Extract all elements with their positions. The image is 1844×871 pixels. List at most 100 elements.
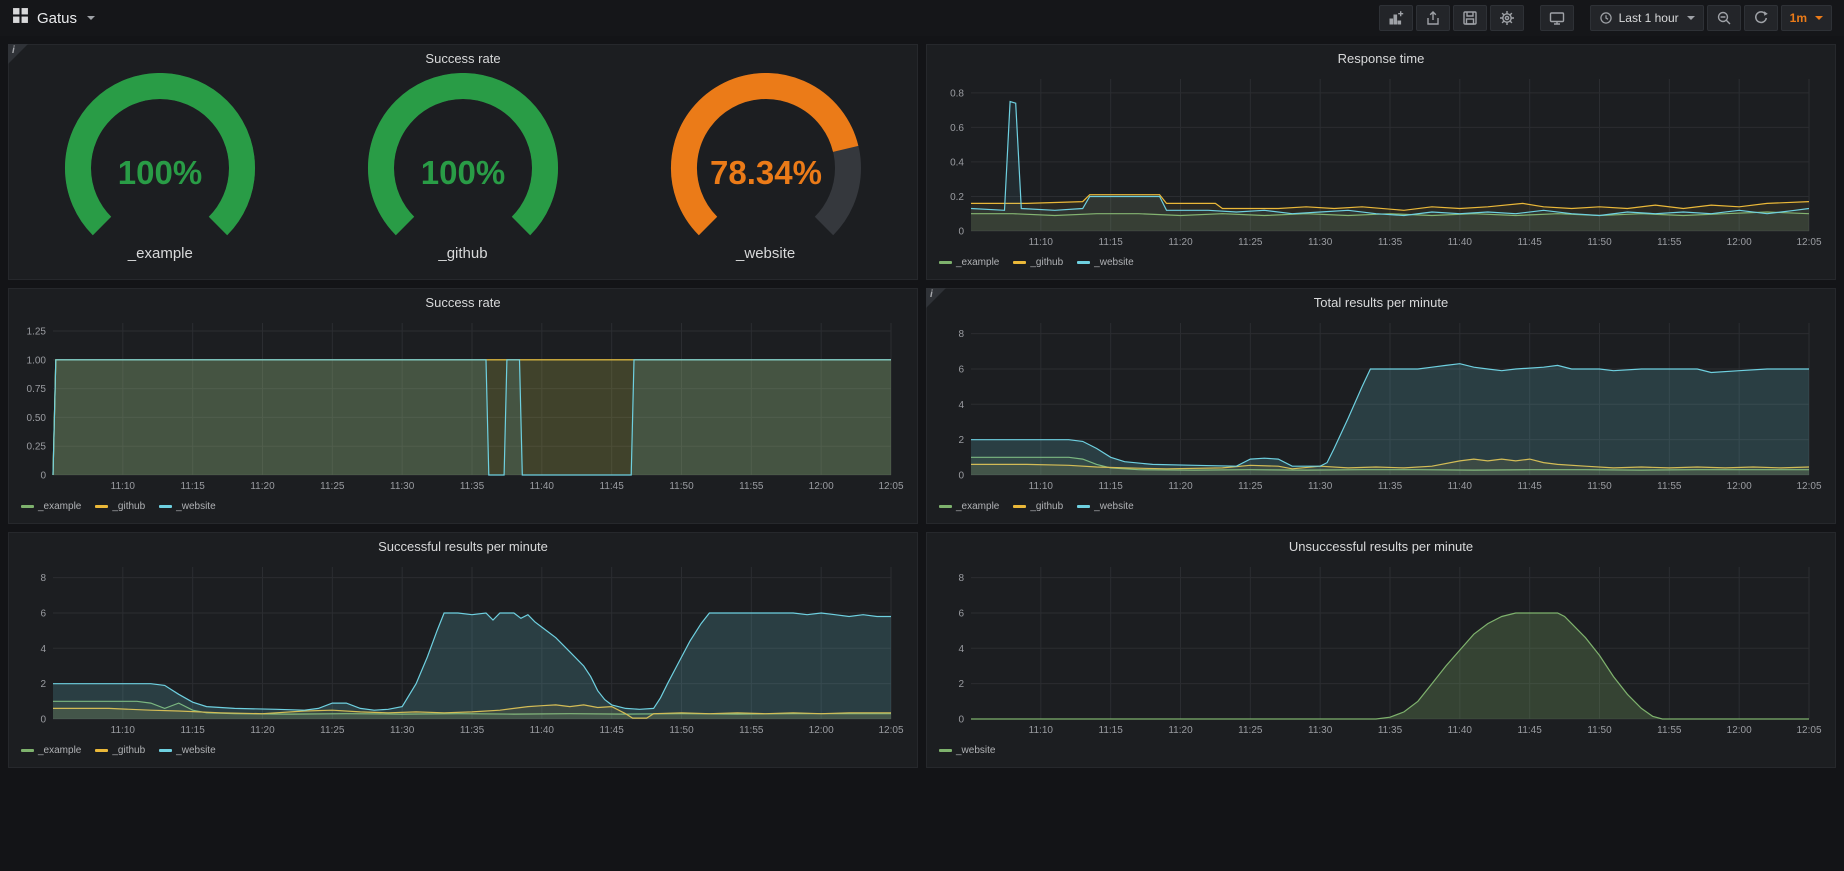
legend-swatch — [1013, 261, 1026, 264]
panel-response-time: Response time 11:1011:1511:2011:2511:301… — [926, 44, 1836, 280]
svg-text:11:10: 11:10 — [1029, 481, 1054, 492]
dashboard-title[interactable]: Gatus — [37, 10, 77, 27]
svg-text:11:15: 11:15 — [1099, 481, 1124, 492]
legend-item-_website[interactable]: _website — [1077, 254, 1133, 271]
svg-text:11:50: 11:50 — [669, 481, 694, 492]
legend-item-_website[interactable]: _website — [159, 742, 215, 759]
time-range-button[interactable]: Last 1 hour — [1590, 5, 1704, 31]
panel-title[interactable]: Unsuccessful results per minute — [1289, 539, 1473, 554]
panel-header: Successful results per minute — [9, 533, 917, 559]
legend-item-_example[interactable]: _example — [21, 742, 81, 759]
refresh-interval-button[interactable]: 1m — [1781, 5, 1832, 31]
gauge-github: 100% _github — [348, 73, 578, 262]
time-range-label: Last 1 hour — [1619, 11, 1679, 25]
svg-text:11:45: 11:45 — [1518, 237, 1543, 248]
chevron-down-icon[interactable] — [87, 16, 95, 20]
gauge-arc-website: 78.34% — [651, 73, 881, 243]
svg-text:1.25: 1.25 — [27, 327, 47, 338]
panel-info-icon[interactable]: i — [8, 44, 28, 64]
legend-label: _website — [176, 745, 215, 756]
gauge-arc-example: 100% — [45, 73, 275, 243]
panel-title[interactable]: Success rate — [425, 295, 500, 310]
legend-label: _website — [956, 745, 995, 756]
gauge-row: 100% _example 100% _github 78.34% _websi… — [9, 71, 917, 279]
svg-text:11:25: 11:25 — [320, 725, 345, 736]
legend-item-_website[interactable]: _website — [159, 498, 215, 515]
legend-label: _github — [1030, 257, 1063, 268]
legend-swatch — [1077, 505, 1090, 508]
svg-text:11:10: 11:10 — [1029, 237, 1054, 248]
svg-text:2: 2 — [40, 679, 46, 690]
legend-item-_website[interactable]: _website — [1077, 498, 1133, 515]
svg-text:4: 4 — [958, 400, 964, 411]
panel-successful-results: Successful results per minute 11:1011:15… — [8, 532, 918, 768]
panel-title[interactable]: Total results per minute — [1314, 295, 1448, 310]
legend-item-_website[interactable]: _website — [939, 742, 995, 759]
svg-text:0: 0 — [40, 715, 46, 726]
svg-text:11:40: 11:40 — [530, 481, 555, 492]
refresh-button[interactable] — [1744, 5, 1778, 31]
legend-item-_example[interactable]: _example — [939, 498, 999, 515]
svg-text:11:45: 11:45 — [1518, 481, 1543, 492]
chart-legend: _example _github _website — [9, 739, 917, 759]
svg-text:11:50: 11:50 — [669, 725, 694, 736]
save-button[interactable] — [1453, 5, 1487, 31]
svg-text:11:15: 11:15 — [181, 481, 206, 492]
svg-text:0: 0 — [40, 471, 46, 482]
legend-label: _example — [956, 257, 999, 268]
legend-label: _website — [176, 501, 215, 512]
settings-gear-icon[interactable] — [1490, 5, 1524, 31]
gauge-website: 78.34% _website — [651, 73, 881, 262]
svg-text:0.25: 0.25 — [27, 442, 47, 453]
svg-text:2: 2 — [958, 679, 964, 690]
chart-legend: _example _github _website — [927, 251, 1835, 271]
panel-header: Response time — [927, 45, 1835, 71]
legend-label: _example — [38, 501, 81, 512]
panel-header: Success rate — [9, 289, 917, 315]
svg-text:8: 8 — [958, 329, 964, 340]
svg-text:11:35: 11:35 — [460, 725, 485, 736]
legend-swatch — [939, 261, 952, 264]
panel-header: Success rate — [9, 45, 917, 71]
tv-mode-button[interactable] — [1540, 5, 1574, 31]
panel-success-rate-gauges: i Success rate 100% _example 100% _githu… — [8, 44, 918, 280]
chart-legend: _example _github _website — [927, 495, 1835, 515]
legend-label: _github — [112, 501, 145, 512]
svg-text:6: 6 — [958, 608, 964, 619]
legend-item-_example[interactable]: _example — [939, 254, 999, 271]
panel-title[interactable]: Response time — [1338, 51, 1425, 66]
unsuccessful-results-chart: 11:1011:1511:2011:2511:3011:3511:4011:45… — [935, 559, 1827, 739]
legend-item-_github[interactable]: _github — [1013, 498, 1063, 515]
panel-info-icon[interactable]: i — [926, 288, 946, 308]
svg-text:11:20: 11:20 — [250, 481, 275, 492]
panel-title[interactable]: Success rate — [425, 51, 500, 66]
svg-text:11:10: 11:10 — [1029, 725, 1054, 736]
legend-item-_github[interactable]: _github — [1013, 254, 1063, 271]
dashboard-grid-icon[interactable] — [12, 7, 29, 29]
dashboard-grid: i Success rate 100% _example 100% _githu… — [0, 36, 1844, 776]
share-button[interactable] — [1416, 5, 1450, 31]
svg-text:6: 6 — [958, 364, 964, 375]
panel-title[interactable]: Successful results per minute — [378, 539, 548, 554]
svg-text:11:15: 11:15 — [1099, 725, 1124, 736]
legend-swatch — [21, 749, 34, 752]
chevron-down-icon — [1687, 16, 1695, 20]
svg-text:11:50: 11:50 — [1587, 481, 1612, 492]
legend-item-_github[interactable]: _github — [95, 498, 145, 515]
svg-text:11:15: 11:15 — [1099, 237, 1124, 248]
svg-text:11:35: 11:35 — [1378, 481, 1403, 492]
gauge-label: _github — [438, 245, 487, 262]
gauge-example: 100% _example — [45, 73, 275, 262]
zoom-out-button[interactable] — [1707, 5, 1741, 31]
legend-item-_example[interactable]: _example — [21, 498, 81, 515]
legend-swatch — [939, 749, 952, 752]
svg-text:12:05: 12:05 — [1796, 237, 1821, 248]
legend-item-_github[interactable]: _github — [95, 742, 145, 759]
legend-swatch — [21, 505, 34, 508]
svg-text:100%: 100% — [421, 154, 505, 191]
svg-text:11:40: 11:40 — [1448, 481, 1473, 492]
svg-text:11:45: 11:45 — [600, 725, 625, 736]
add-panel-button[interactable] — [1379, 5, 1413, 31]
svg-text:11:30: 11:30 — [1308, 237, 1333, 248]
svg-text:12:00: 12:00 — [1727, 725, 1752, 736]
